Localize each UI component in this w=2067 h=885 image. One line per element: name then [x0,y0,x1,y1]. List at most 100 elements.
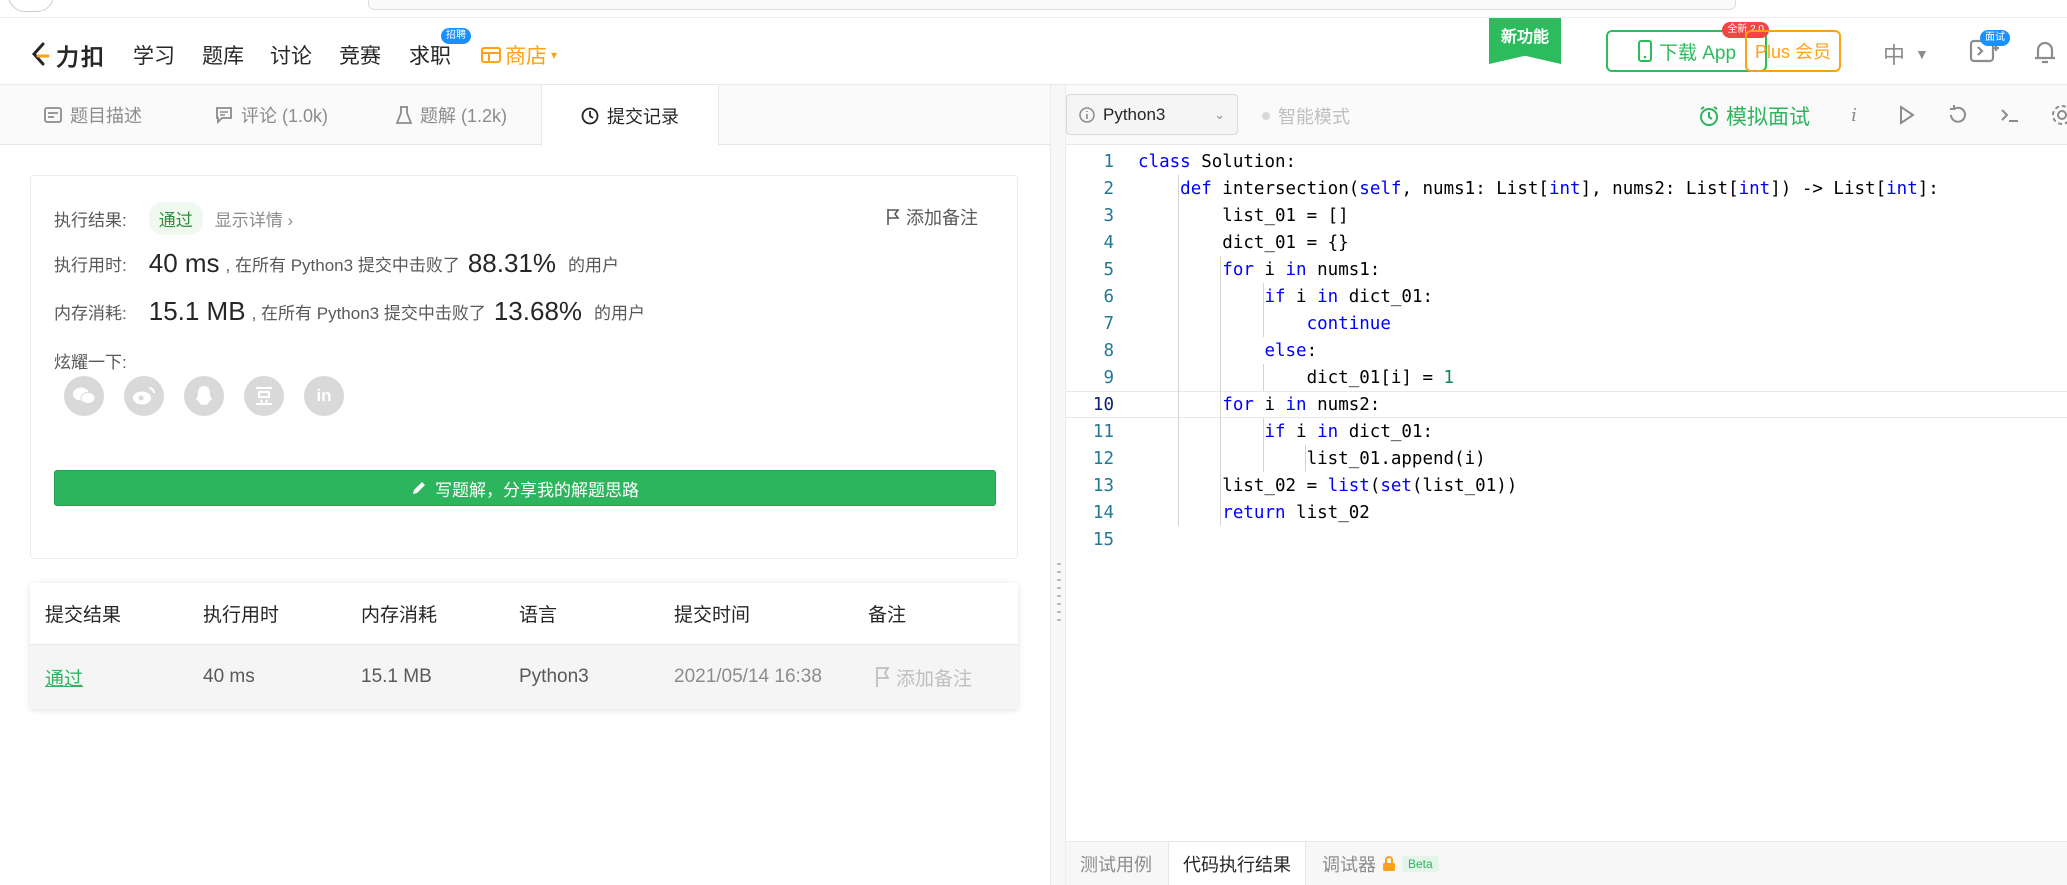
tab-comments[interactable]: 评论 (1.0k) [215,85,328,145]
line-number: 12 [1092,448,1114,469]
tab-solutions-label: 题解 (1.2k) [420,106,508,126]
nav-contest[interactable]: 竞赛 [339,40,381,70]
code-text: class Solution: [1138,151,1297,172]
runtime-value: 40 ms [148,248,220,278]
tab-submissions[interactable]: 提交记录 [541,85,719,146]
code-text: for i in nums1: [1222,259,1381,280]
table-header: 提交结果 执行用时 内存消耗 语言 提交时间 备注 [30,583,1018,645]
submission-result-card: 执行结果: 通过 显示详情 › 添加备注 执行用时: 40 ms , 在所有 P… [30,175,1018,559]
plus-member-button[interactable]: Plus 会员 [1745,30,1841,72]
tab-testcase[interactable]: 测试用例 [1080,842,1152,885]
show-detail-link[interactable]: 显示详情 › [215,206,293,231]
code-line[interactable]: 2 def intersection(self, nums1: List[int… [1066,175,2067,202]
caret-down-icon: ▾ [551,48,558,62]
write-solution-button[interactable]: 写题解，分享我的解题思路 [54,470,996,506]
nav-learn[interactable]: 学习 [133,40,175,70]
drag-handle-icon[interactable] [1057,563,1061,625]
code-line[interactable]: 12 list_01.append(i) [1066,445,2067,472]
editor-toolbar: Python3 ⌄ 智能模式 模拟面试 i [1066,85,2067,145]
line-number: 1 [1103,151,1114,172]
smart-mode-label: 智能模式 [1278,107,1350,127]
row-runtime: 40 ms [203,666,255,687]
nav-problemset[interactable]: 题库 [202,40,244,70]
tab-solutions[interactable]: 题解 (1.2k) [396,85,507,145]
info-button[interactable]: i [1842,103,1866,127]
site-logo[interactable]: 力扣 [30,38,106,72]
line-number: 6 [1103,286,1114,307]
console-icon[interactable] [1998,103,2022,127]
problem-tabs: 题目描述 评论 (1.0k) 题解 (1.2k) 提交记录 [0,85,1050,146]
code-line[interactable]: 7 continue [1066,310,2067,337]
write-solution-label: 写题解，分享我的解题思路 [435,480,639,500]
share-icons: in [64,376,344,416]
code-line[interactable]: 14 return list_02 [1066,499,2067,526]
memory-row: 内存消耗: 15.1 MB , 在所有 Python3 提交中击败了 13.68… [54,296,645,327]
gear-icon[interactable] [2050,103,2067,127]
comment-icon [216,107,232,124]
code-line[interactable]: 1 class Solution: [1066,148,2067,175]
language-switch[interactable]: 中 ▼ [1883,38,1929,70]
douban-icon[interactable] [244,376,284,416]
code-editor[interactable]: 1 class Solution: 2 def intersection(self,… [1066,145,2067,841]
download-app-button[interactable]: 下载 App 全新 2.0 [1606,22,1769,72]
nav-shop[interactable]: 商店 ▾ [481,40,557,70]
browser-chrome-sliver [0,0,2067,18]
code-text: list_01.append(i) [1138,448,1486,469]
console-tabs: 测试用例 代码执行结果 调试器 Beta [1066,841,2067,885]
code-line[interactable]: 6 if i in dict_01: [1066,283,2067,310]
phone-icon [1637,40,1652,62]
reset-icon[interactable] [1946,103,1970,127]
line-number: 2 [1103,178,1114,199]
qq-icon[interactable] [184,376,224,416]
line-number: 9 [1103,367,1114,388]
code-line[interactable]: 9 dict_01[i] = 1 [1066,364,2067,391]
mock-interview-button[interactable]: 模拟面试 [1698,101,1810,131]
code-text: dict_01[i] = 1 [1138,367,1455,388]
tab-debugger[interactable]: 调试器 Beta [1322,842,1439,885]
address-bar[interactable] [368,0,1736,10]
show-detail-label: 显示详情 [214,211,283,230]
nav-discuss[interactable]: 讨论 [270,40,312,70]
row-result-link[interactable]: 通过 [45,664,83,691]
status-badge: 通过 [148,202,203,235]
col-note: 备注 [868,605,907,626]
run-icon[interactable] [1894,103,1918,127]
leetcode-logo-icon [31,42,50,66]
memory-value: 15.1 MB [148,296,246,326]
linkedin-icon[interactable]: in [304,376,344,416]
code-line[interactable]: 13 list_02 = list(set(list_01)) [1066,472,2067,499]
tab-run-result[interactable]: 代码执行结果 [1168,842,1306,885]
code-line[interactable]: 3 list_01 = [] [1066,202,2067,229]
indent-guide [1262,418,1264,472]
row-add-note-button[interactable]: 添加备注 [874,664,972,691]
code-line[interactable]: 8 else: [1066,337,2067,364]
code-text: list_01 = [] [1138,205,1349,226]
weibo-icon[interactable] [124,376,164,416]
code-line[interactable]: 15 [1066,526,2067,553]
notification-bell-icon[interactable] [2030,36,2060,66]
new-feature-ribbon[interactable]: 新功能 [1489,18,1561,64]
shop-icon [481,47,501,63]
code-text: list_02 = list(set(list_01)) [1138,475,1518,496]
submission-table: 提交结果 执行用时 内存消耗 语言 提交时间 备注 通过 40 ms 15.1 … [30,583,1018,709]
panel-splitter[interactable] [1050,85,1066,885]
code-text: dict_01 = {} [1138,232,1349,253]
jobs-badge: 招聘 [441,28,471,44]
wechat-icon[interactable] [64,376,104,416]
code-line[interactable]: 4 dict_01 = {} [1066,229,2067,256]
tab-description[interactable]: 题目描述 [44,85,142,145]
smart-mode-toggle[interactable]: 智能模式 [1262,103,1350,129]
share-row: 炫耀一下: [54,348,127,373]
code-line[interactable]: 10 for i in nums2: [1066,391,2067,418]
table-row[interactable]: 通过 40 ms 15.1 MB Python3 2021/05/14 16:3… [30,645,1018,709]
code-line[interactable]: 11 if i in dict_01: [1066,418,2067,445]
nav-jobs[interactable]: 求职 招聘 [409,28,471,70]
language-select[interactable]: Python3 ⌄ [1066,94,1238,135]
description-icon [44,107,62,123]
indent-guide [1262,283,1264,337]
code-line[interactable]: 5 for i in nums1: [1066,256,2067,283]
code-text: def intersection(self, nums1: List[int],… [1180,178,1939,199]
browser-back-button[interactable] [8,0,54,12]
add-note-button[interactable]: 添加备注 [886,204,978,230]
tab-submissions-label: 提交记录 [607,106,679,127]
